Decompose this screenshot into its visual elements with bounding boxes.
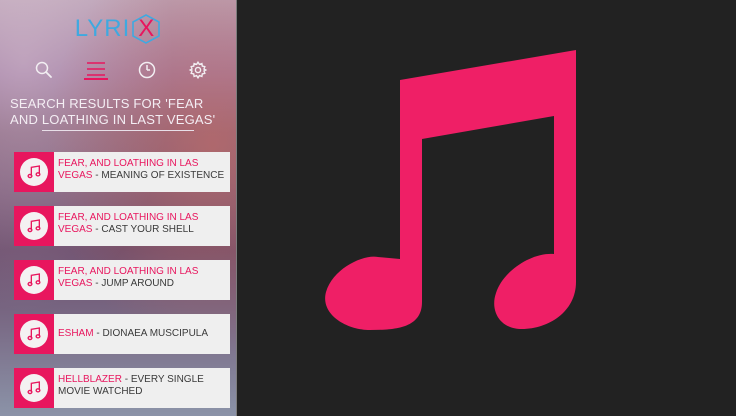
- result-icon-tile: [14, 206, 54, 246]
- result-title: CAST YOUR SHELL: [101, 224, 194, 235]
- clock-icon: [138, 61, 156, 79]
- result-item[interactable]: FEAR, AND LOATHING IN LAS VEGAS - JUMP A…: [14, 260, 230, 300]
- result-icon-tile: [14, 152, 54, 192]
- logo-text: LYRI: [74, 15, 131, 42]
- result-text: HELLBLAZER - EVERY SINGLE MOVIE WATCHED: [58, 374, 226, 398]
- result-text: ESHAM - DIONAEA MUSCIPULA: [58, 328, 226, 340]
- result-icon-tile: [14, 314, 54, 354]
- result-item[interactable]: HELLBLAZER - EVERY SINGLE MOVIE WATCHED: [14, 368, 230, 408]
- result-icon-tile: [14, 260, 54, 300]
- music-note-icon: [27, 273, 41, 287]
- nav-history-button[interactable]: [133, 56, 161, 84]
- nav-active-indicator: [84, 78, 108, 80]
- music-note-icon: [325, 50, 576, 330]
- gear-icon: [188, 60, 208, 80]
- result-title: DIONAEA MUSCIPULA: [102, 328, 209, 339]
- hamburger-menu-icon: [87, 62, 105, 76]
- music-note-icon: [27, 165, 41, 179]
- nav-search-button[interactable]: [30, 56, 58, 84]
- heading-divider: [42, 130, 194, 131]
- result-artist: HELLBLAZER: [58, 374, 122, 385]
- nav-bar: [0, 56, 236, 84]
- search-results-heading: SEARCH RESULTS FOR 'FEAR AND LOATHING IN…: [10, 96, 216, 127]
- music-note-icon: [27, 327, 41, 341]
- result-artist: ESHAM: [58, 328, 94, 339]
- result-item[interactable]: FEAR, AND LOATHING IN LAS VEGAS - CAST Y…: [14, 206, 230, 246]
- result-icon-tile: [14, 368, 54, 408]
- music-note-icon: [27, 381, 41, 395]
- result-title: MEANING OF EXISTENCE: [101, 170, 225, 181]
- result-item[interactable]: FEAR, AND LOATHING IN LAS VEGAS - MEANIN…: [14, 152, 230, 192]
- result-item[interactable]: ESHAM - DIONAEA MUSCIPULA: [14, 314, 230, 354]
- nav-settings-button[interactable]: [184, 56, 212, 84]
- search-icon: [35, 61, 52, 78]
- result-text: FEAR, AND LOATHING IN LAS VEGAS - MEANIN…: [58, 158, 226, 182]
- logo-x-letter: X: [138, 15, 155, 42]
- result-title: JUMP AROUND: [101, 278, 174, 289]
- panel-divider: [236, 0, 237, 416]
- logo-hexagon-icon: X: [131, 14, 161, 44]
- music-note-icon: [27, 219, 41, 233]
- result-text: FEAR, AND LOATHING IN LAS VEGAS - JUMP A…: [58, 266, 226, 290]
- result-separator: -: [121, 374, 131, 385]
- result-text: FEAR, AND LOATHING IN LAS VEGAS - CAST Y…: [58, 212, 226, 236]
- app-panel: LYRI X SEARCH RESULTS FOR 'FEAR AND LOAT…: [0, 0, 236, 416]
- app-logo: LYRI X: [0, 12, 236, 46]
